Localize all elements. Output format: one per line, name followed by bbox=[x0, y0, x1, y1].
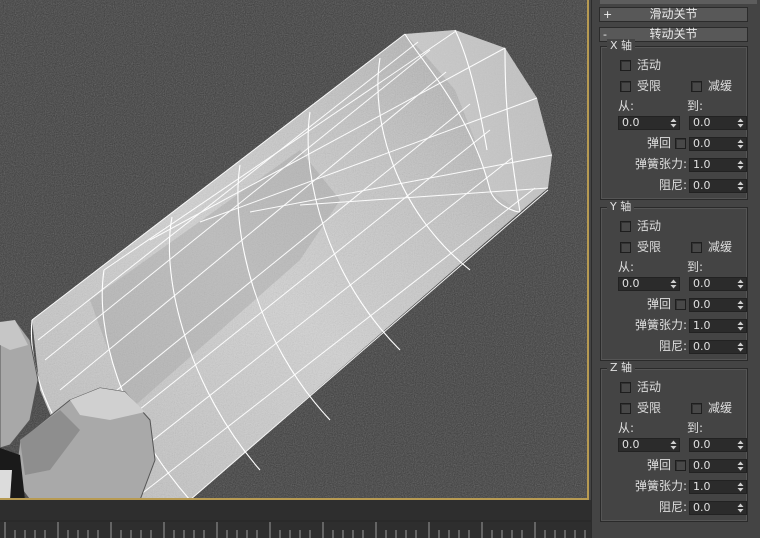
active-label: 活动 bbox=[637, 380, 662, 394]
spinner-arrows-icon[interactable] bbox=[736, 439, 745, 451]
limited-label: 受限 bbox=[637, 79, 662, 93]
damping-label: 阻尼: bbox=[658, 339, 687, 353]
active-label: 活动 bbox=[637, 219, 662, 233]
from-label: 从: bbox=[618, 99, 635, 113]
limited-checkbox[interactable] bbox=[620, 81, 631, 92]
spinner-arrows-icon[interactable] bbox=[669, 278, 678, 290]
from-spinner[interactable] bbox=[618, 277, 680, 291]
damping-spinner[interactable] bbox=[689, 340, 747, 354]
ease-checkbox[interactable] bbox=[691, 81, 702, 92]
damping-label: 阻尼: bbox=[658, 500, 687, 514]
spring-spinner[interactable] bbox=[689, 480, 747, 494]
to-spinner[interactable] bbox=[689, 438, 747, 452]
spinner-arrows-icon[interactable] bbox=[736, 460, 745, 472]
to-label: 到: bbox=[687, 421, 704, 435]
damping-spinner[interactable] bbox=[689, 501, 747, 515]
ease-label: 减缓 bbox=[708, 79, 733, 93]
time-ruler-ticks bbox=[0, 520, 591, 538]
to-input[interactable] bbox=[690, 117, 736, 129]
bounce-checkbox[interactable] bbox=[675, 299, 686, 310]
axis-group-x: X 轴 活动 受限 减缓 从: 到: 弹回 弹簧张 bbox=[600, 39, 748, 200]
limited-label: 受限 bbox=[637, 240, 662, 254]
spring-label: 弹簧张力: bbox=[634, 479, 687, 493]
active-label: 活动 bbox=[637, 58, 662, 72]
to-spinner[interactable] bbox=[689, 277, 747, 291]
spring-input[interactable] bbox=[690, 159, 736, 171]
bounce-spinner[interactable] bbox=[689, 459, 747, 473]
spinner-arrows-icon[interactable] bbox=[669, 117, 678, 129]
rollout-label: 转动关节 bbox=[649, 27, 698, 41]
spinner-arrows-icon[interactable] bbox=[736, 138, 745, 150]
time-ruler[interactable] bbox=[0, 500, 591, 538]
from-spinner[interactable] bbox=[618, 438, 680, 452]
rollout-label: 滑动关节 bbox=[649, 7, 698, 21]
limited-checkbox[interactable] bbox=[620, 403, 631, 414]
to-input[interactable] bbox=[690, 278, 736, 290]
bounce-checkbox[interactable] bbox=[675, 460, 686, 471]
bounce-label: 弹回 bbox=[646, 136, 671, 150]
spring-input[interactable] bbox=[690, 320, 736, 332]
damping-spinner[interactable] bbox=[689, 179, 747, 193]
ease-checkbox[interactable] bbox=[691, 242, 702, 253]
spinner-arrows-icon[interactable] bbox=[736, 278, 745, 290]
spinner-arrows-icon[interactable] bbox=[736, 341, 745, 353]
to-spinner[interactable] bbox=[689, 116, 747, 130]
viewport-scene bbox=[0, 29, 553, 498]
ease-checkbox[interactable] bbox=[691, 403, 702, 414]
to-label: 到: bbox=[687, 99, 704, 113]
rollout-slide-joints[interactable]: + 滑动关节 bbox=[599, 7, 748, 22]
damping-label: 阻尼: bbox=[658, 178, 687, 192]
spinner-arrows-icon[interactable] bbox=[669, 439, 678, 451]
limited-label: 受限 bbox=[637, 401, 662, 415]
to-input[interactable] bbox=[690, 439, 736, 451]
bounce-label: 弹回 bbox=[646, 297, 671, 311]
bounce-spinner[interactable] bbox=[689, 298, 747, 312]
axis-group-z: Z 轴 活动 受限 减缓 从: 到: 弹回 弹簧张 bbox=[600, 361, 748, 522]
active-checkbox[interactable] bbox=[620, 221, 631, 232]
spring-spinner[interactable] bbox=[689, 158, 747, 172]
from-label: 从: bbox=[618, 421, 635, 435]
damping-input[interactable] bbox=[690, 341, 736, 353]
spinner-arrows-icon[interactable] bbox=[736, 481, 745, 493]
spinner-arrows-icon[interactable] bbox=[736, 117, 745, 129]
panel-scrollbar[interactable] bbox=[600, 0, 757, 4]
command-panel: + 滑动关节 - 转动关节 X 轴 活动 受限 减缓 从: 到: 弹回 bbox=[591, 0, 760, 538]
bounce-input[interactable] bbox=[690, 460, 736, 472]
ease-label: 减缓 bbox=[708, 401, 733, 415]
bounce-input[interactable] bbox=[690, 299, 736, 311]
from-input[interactable] bbox=[619, 117, 667, 129]
spring-spinner[interactable] bbox=[689, 319, 747, 333]
ease-label: 减缓 bbox=[708, 240, 733, 254]
to-label: 到: bbox=[687, 260, 704, 274]
limited-checkbox[interactable] bbox=[620, 242, 631, 253]
axis-title: Y 轴 bbox=[607, 200, 635, 214]
spring-label: 弹簧张力: bbox=[634, 157, 687, 171]
spinner-arrows-icon[interactable] bbox=[736, 180, 745, 192]
damping-input[interactable] bbox=[690, 502, 736, 514]
bounce-label: 弹回 bbox=[646, 458, 671, 472]
spinner-arrows-icon[interactable] bbox=[736, 299, 745, 311]
from-input[interactable] bbox=[619, 439, 667, 451]
from-label: 从: bbox=[618, 260, 635, 274]
bounce-checkbox[interactable] bbox=[675, 138, 686, 149]
spring-input[interactable] bbox=[690, 481, 736, 493]
active-checkbox[interactable] bbox=[620, 60, 631, 71]
bounce-spinner[interactable] bbox=[689, 137, 747, 151]
spring-label: 弹簧张力: bbox=[634, 318, 687, 332]
axis-group-y: Y 轴 活动 受限 减缓 从: 到: 弹回 弹簧张 bbox=[600, 200, 748, 361]
spinner-arrows-icon[interactable] bbox=[736, 320, 745, 332]
axis-title: X 轴 bbox=[607, 39, 636, 53]
bounce-input[interactable] bbox=[690, 138, 736, 150]
spinner-arrows-icon[interactable] bbox=[736, 159, 745, 171]
from-spinner[interactable] bbox=[618, 116, 680, 130]
from-input[interactable] bbox=[619, 278, 667, 290]
perspective-viewport[interactable] bbox=[0, 0, 589, 500]
active-checkbox[interactable] bbox=[620, 382, 631, 393]
damping-input[interactable] bbox=[690, 180, 736, 192]
spinner-arrows-icon[interactable] bbox=[736, 502, 745, 514]
axis-title: Z 轴 bbox=[607, 361, 636, 375]
expand-icon: + bbox=[603, 8, 613, 21]
